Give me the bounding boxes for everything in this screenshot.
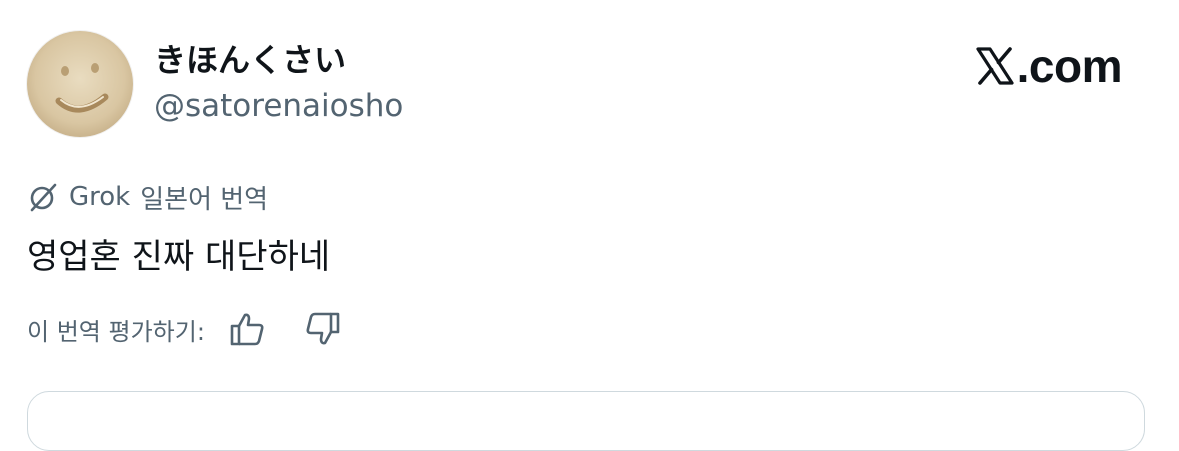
translation-attribution: Grok 일본어 번역: [27, 178, 268, 216]
smiley-face-avatar: [27, 31, 133, 137]
x-logo-icon: [976, 47, 1014, 85]
grok-icon: [30, 183, 57, 212]
brand-logo: .com: [975, 38, 1123, 94]
translation-provider: Grok: [69, 182, 131, 212]
display-name[interactable]: きほんくさい: [154, 40, 346, 80]
user-handle[interactable]: @satorenaiosho: [154, 86, 403, 126]
thumbs-up-button[interactable]: [227, 309, 267, 349]
translation-label: 일본어 번역: [140, 184, 269, 215]
rating-label: 이 번역 평가하기:: [27, 317, 205, 346]
thumbs-down-button[interactable]: [303, 309, 343, 349]
avatar[interactable]: [27, 31, 133, 137]
brand-domain: .com: [1016, 40, 1123, 92]
quoted-card-edge: [27, 391, 1145, 451]
tweet-text: 영업혼 진짜 대단하네: [27, 237, 331, 277]
thumbs-down-icon: [306, 312, 340, 345]
translation-rating: 이 번역 평가하기:: [27, 308, 343, 350]
thumbs-up-icon: [230, 313, 264, 346]
